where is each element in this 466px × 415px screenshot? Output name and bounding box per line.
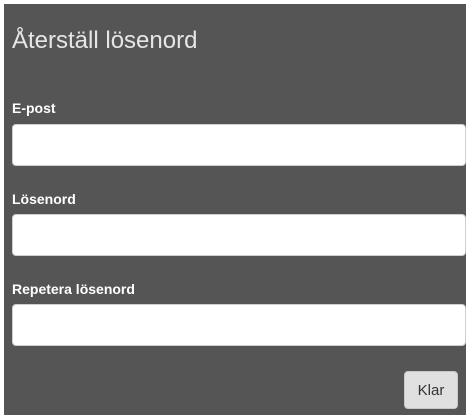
password-field[interactable] bbox=[12, 214, 466, 256]
form-title: Återställ lösenord bbox=[12, 27, 198, 54]
repeat-password-label: Repetera lösenord bbox=[12, 281, 135, 297]
reset-password-panel: Återställ lösenord E-post Lösenord Repet… bbox=[4, 4, 466, 415]
email-field[interactable] bbox=[12, 124, 466, 166]
submit-button[interactable]: Klar bbox=[404, 371, 458, 409]
password-label: Lösenord bbox=[12, 191, 76, 207]
email-label: E-post bbox=[12, 100, 56, 116]
repeat-password-field[interactable] bbox=[12, 304, 466, 346]
